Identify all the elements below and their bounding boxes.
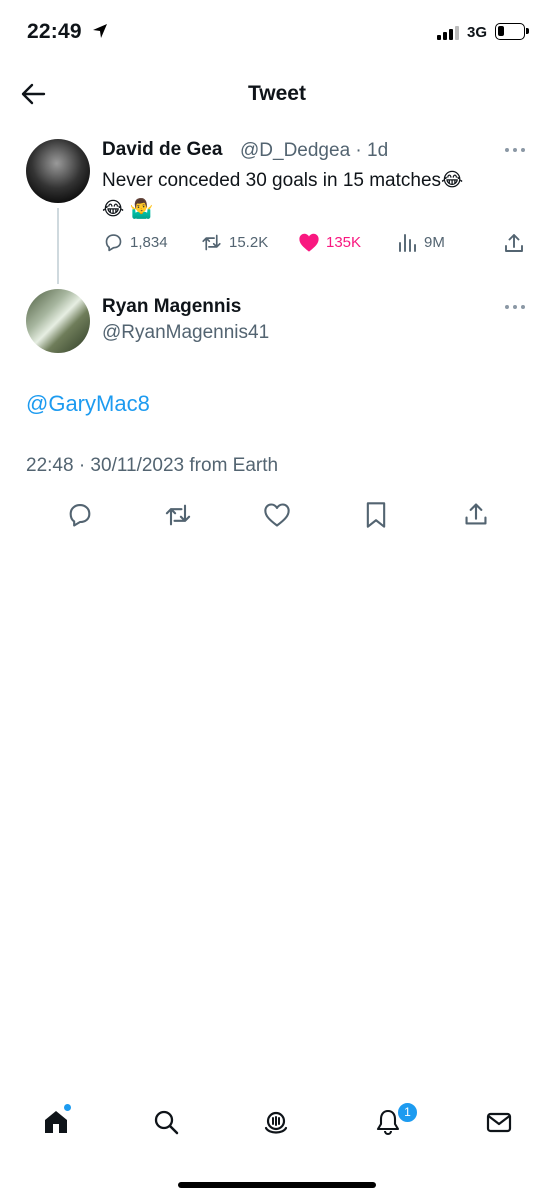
author-handle[interactable]: @RyanMagennis41: [102, 322, 269, 344]
more-options-icon[interactable]: [504, 304, 526, 310]
notifications-badge: 1: [396, 1101, 419, 1124]
tweet-text: Never conceded 30 goals in 15 matches😂 😂…: [102, 170, 464, 220]
battery-icon: [495, 23, 529, 40]
share-icon[interactable]: [463, 501, 489, 527]
retweet-count: 15.2K: [229, 234, 269, 251]
share-icon[interactable]: [503, 232, 525, 254]
home-icon[interactable]: [42, 1108, 70, 1136]
like-count: 135K: [326, 234, 362, 251]
new-content-dot: [64, 1104, 71, 1111]
page-title: Tweet: [248, 82, 306, 105]
view-count: 9M: [424, 234, 445, 251]
reply-button[interactable]: 1,834: [103, 232, 168, 253]
reply-count: 1,834: [130, 234, 168, 251]
messages-icon[interactable]: [485, 1108, 513, 1136]
heart-icon[interactable]: [263, 502, 291, 528]
views-button[interactable]: 9M: [398, 232, 445, 253]
heart-filled-icon: [299, 233, 319, 252]
tweet-timestamp: 22:48 · 30/11/2023 from Earth: [26, 455, 279, 476]
retweet-icon: [202, 234, 221, 251]
like-button[interactable]: 135K: [298, 232, 361, 253]
views-chart-icon: [399, 234, 416, 252]
retweet-button[interactable]: 15.2K: [200, 232, 268, 253]
spaces-icon[interactable]: [262, 1108, 290, 1136]
author-name[interactable]: Ryan Magennis: [102, 296, 241, 318]
location-arrow-icon: [93, 24, 107, 38]
cellular-signal-icon: [437, 26, 459, 40]
thread-connector: [57, 208, 59, 284]
avatar[interactable]: [26, 139, 90, 203]
author-name[interactable]: David de Gea: [102, 139, 222, 161]
reply-icon[interactable]: [66, 501, 94, 529]
status-time: 22:49: [27, 20, 82, 43]
reply-icon: [105, 234, 122, 252]
avatar[interactable]: [26, 289, 90, 353]
more-options-icon[interactable]: [504, 147, 526, 153]
network-type: 3G: [467, 24, 488, 41]
search-icon[interactable]: [152, 1108, 180, 1136]
bookmark-icon[interactable]: [364, 501, 388, 529]
author-handle-and-time[interactable]: @D_Dedgea · 1d: [240, 140, 388, 162]
retweet-icon[interactable]: [163, 501, 193, 529]
mention-link[interactable]: @GaryMac8: [26, 391, 150, 417]
home-indicator: [178, 1182, 376, 1188]
